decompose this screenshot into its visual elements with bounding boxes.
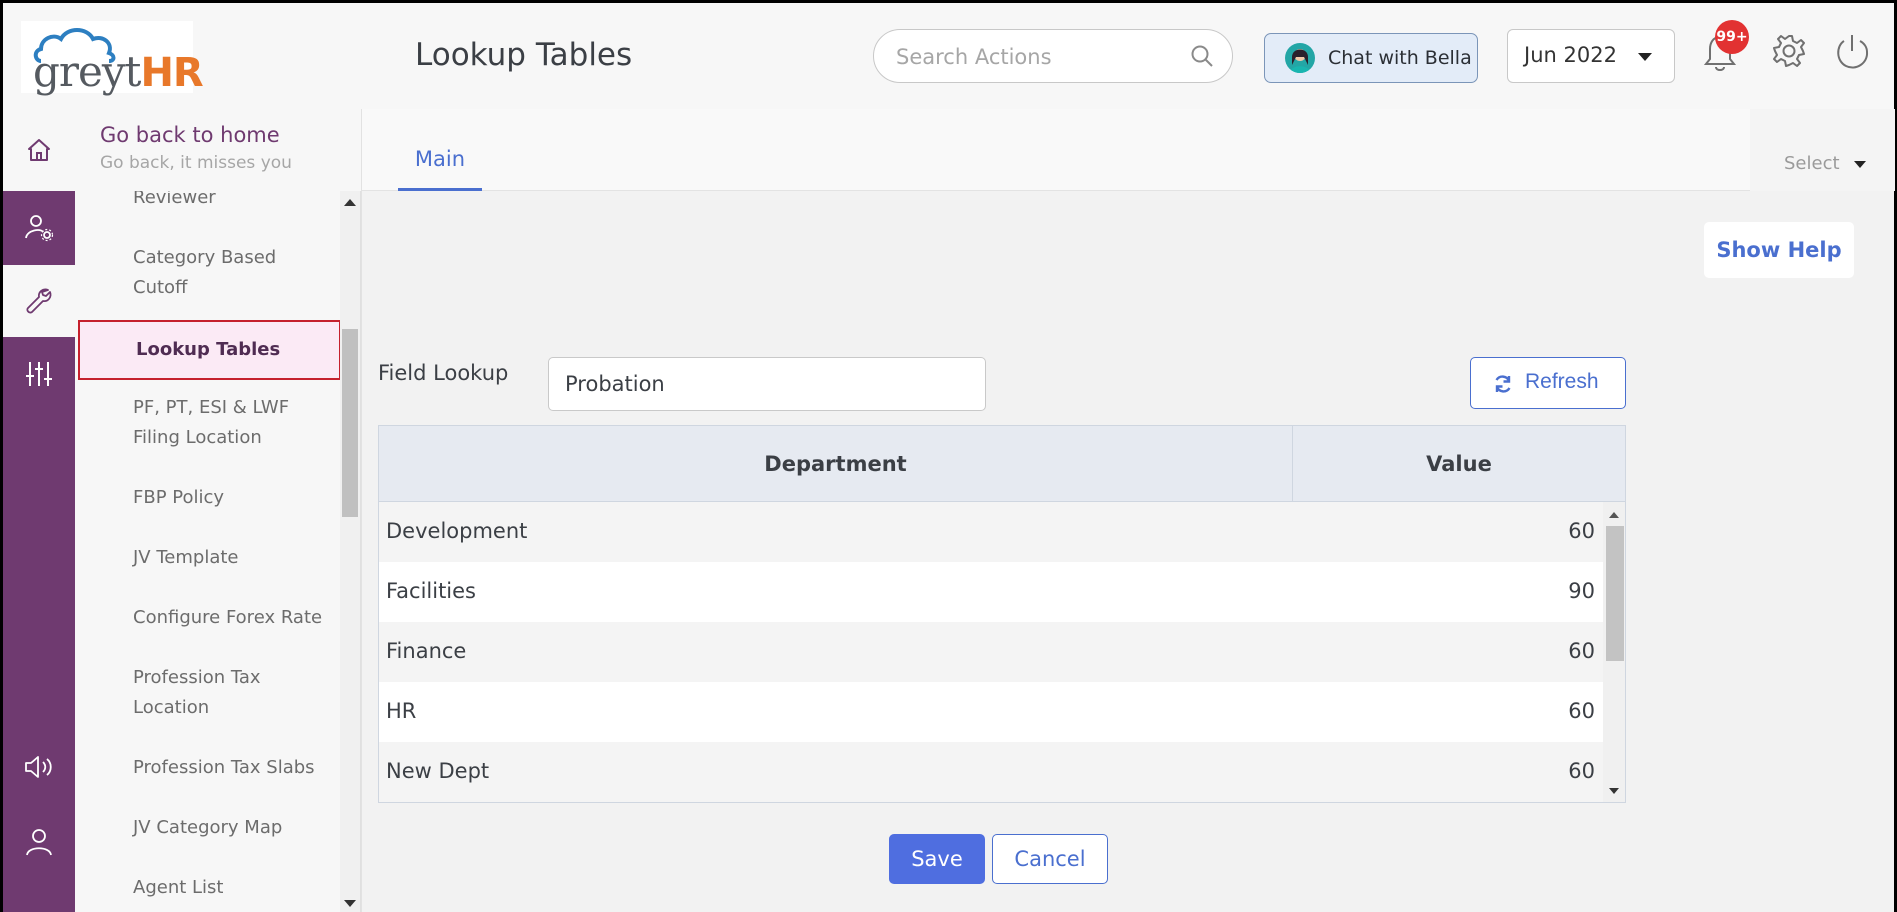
select-label: Select	[1784, 153, 1840, 174]
department-cell: New Dept	[386, 759, 490, 783]
scroll-up-arrow-icon[interactable]	[344, 199, 356, 206]
tab-bar: Main Select	[362, 109, 1895, 191]
value-cell[interactable]: 60	[1568, 519, 1595, 543]
user-settings-icon	[25, 215, 54, 242]
sidebar-item-lookup-tables[interactable]: Lookup Tables	[78, 320, 341, 380]
table-row[interactable]: New Dept 60	[379, 742, 1603, 802]
page-title: Lookup Tables	[415, 37, 633, 73]
refresh-icon	[1493, 374, 1513, 400]
value-cell[interactable]: 60	[1568, 759, 1595, 783]
rail-announcements[interactable]	[3, 731, 75, 803]
icon-rail	[3, 109, 75, 912]
refresh-label: Refresh	[1525, 370, 1599, 393]
sidebar-item-pf-pt-esi-lwf[interactable]: PF, PT, ESI & LWF Filing Location	[75, 393, 335, 453]
field-lookup-label: Field Lookup	[378, 361, 509, 385]
rail-settings-wrench[interactable]	[3, 265, 75, 337]
side-menu: Reviewer Category Based Cutoff Lookup Ta…	[75, 191, 361, 912]
save-button[interactable]: Save	[889, 834, 985, 884]
scroll-down-arrow-icon[interactable]	[1609, 788, 1619, 794]
department-cell: Development	[386, 519, 528, 543]
column-header-value[interactable]: Value	[1293, 426, 1625, 502]
value-cell[interactable]: 60	[1568, 699, 1595, 723]
power-icon[interactable]	[1834, 33, 1870, 75]
select-dropdown[interactable]: Select	[1750, 109, 1895, 191]
search-box[interactable]	[873, 29, 1233, 83]
sidebar-item-configure-forex-rate[interactable]: Configure Forex Rate	[75, 603, 339, 633]
refresh-button[interactable]: Refresh	[1470, 357, 1626, 409]
top-header: greytHR Lookup Tables Chat with Bella Ju…	[3, 3, 1894, 109]
announcement-icon	[25, 756, 52, 778]
home-icon[interactable]	[26, 137, 52, 163]
go-back-home-subtitle: Go back, it misses you	[100, 153, 292, 173]
sidebar-item-reviewer[interactable]: Reviewer	[75, 191, 339, 213]
chat-with-bella-label: Chat with Bella	[1328, 47, 1472, 69]
bella-avatar-icon	[1285, 43, 1315, 73]
go-back-home-title: Go back to home	[100, 123, 280, 147]
scroll-up-arrow-icon[interactable]	[1609, 512, 1619, 518]
rail-home[interactable]	[3, 109, 75, 191]
table-row[interactable]: Finance 60	[379, 622, 1603, 682]
chat-with-bella-button[interactable]: Chat with Bella	[1264, 33, 1478, 83]
value-cell[interactable]: 90	[1568, 579, 1595, 603]
column-header-department[interactable]: Department	[379, 426, 1293, 502]
table-row[interactable]: Facilities 90	[379, 562, 1603, 622]
rail-profile[interactable]	[3, 806, 75, 878]
sidebar-item-agent-list[interactable]: Agent List	[75, 873, 339, 903]
show-help-button[interactable]: Show Help	[1704, 222, 1854, 278]
wrench-icon	[26, 288, 52, 314]
department-cell: Facilities	[386, 579, 476, 603]
department-cell: Finance	[386, 639, 467, 663]
sidebar-item-profession-tax-location[interactable]: Profession Tax Location	[75, 663, 305, 723]
side-menu-scrollbar[interactable]	[340, 191, 360, 912]
side-menu-scroll-thumb[interactable]	[342, 329, 358, 517]
table-row[interactable]: HR 60	[379, 682, 1603, 742]
go-back-home[interactable]: Go back to home Go back, it misses you	[75, 109, 361, 191]
sidebar-item-category-based-cutoff[interactable]: Category Based Cutoff	[75, 243, 305, 303]
sidebar-item-fbp-policy[interactable]: FBP Policy	[75, 483, 339, 513]
month-selector[interactable]: Jun 2022	[1507, 29, 1675, 83]
user-icon	[26, 829, 52, 856]
table-scroll-thumb[interactable]	[1606, 526, 1624, 661]
lookup-table: Department Value Development 60 Faciliti…	[378, 425, 1626, 803]
cancel-button[interactable]: Cancel	[992, 834, 1108, 884]
department-cell: HR	[386, 699, 417, 723]
search-icon[interactable]	[1190, 44, 1214, 72]
sidebar-item-jv-category-map[interactable]: JV Category Map	[75, 813, 339, 843]
tab-main[interactable]: Main	[398, 139, 482, 191]
sidebar-item-profession-tax-slabs[interactable]: Profession Tax Slabs	[75, 753, 339, 783]
table-header: Department Value	[379, 426, 1625, 502]
search-input[interactable]	[896, 42, 1186, 72]
greythr-logo[interactable]: greytHR	[21, 21, 204, 96]
sliders-icon	[26, 362, 52, 386]
rail-configuration[interactable]	[3, 338, 75, 410]
caret-down-icon	[1854, 161, 1866, 168]
scroll-down-arrow-icon[interactable]	[344, 900, 356, 907]
rail-people-settings[interactable]	[3, 191, 75, 263]
caret-down-icon	[1638, 53, 1652, 61]
gear-icon[interactable]	[1771, 33, 1807, 73]
main-content: Main Select Show Help Field Lookup Refre…	[361, 109, 1895, 912]
value-cell[interactable]: 60	[1568, 639, 1595, 663]
logo-text: greytHR	[33, 47, 204, 96]
notification-badge[interactable]: 99+	[1715, 20, 1749, 54]
sidebar-item-jv-template[interactable]: JV Template	[75, 543, 339, 573]
field-lookup-input[interactable]	[548, 357, 986, 411]
table-row[interactable]: Development 60	[379, 502, 1603, 562]
month-value: Jun 2022	[1524, 43, 1617, 67]
